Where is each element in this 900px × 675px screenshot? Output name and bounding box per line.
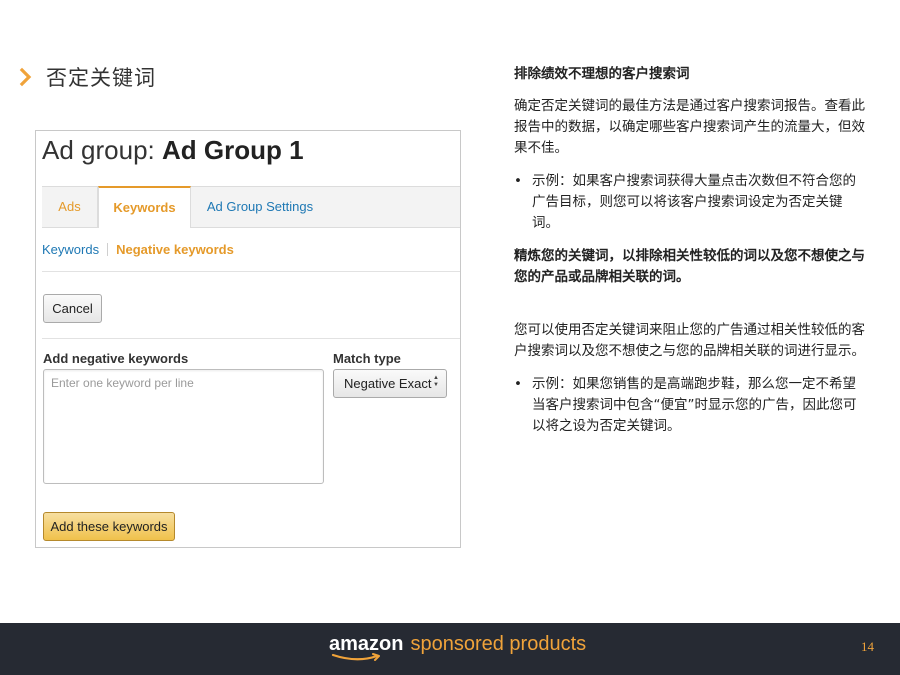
brand-sponsored-products: sponsored products [410,633,587,655]
negative-keywords-input[interactable] [43,369,324,484]
ad-group-title: Ad group: Ad Group 1 [42,135,304,166]
add-these-keywords-button[interactable]: Add these keywords [43,512,175,541]
slide-title: 否定关键词 [18,62,156,92]
subtab-nav: Keywords Negative keywords [42,242,234,257]
section-heading: 精炼您的关键词，以排除相关性较低的词以及您不想使之与您的产品或品牌相关联的词。 [514,248,865,285]
tab-bar: Ads Keywords Ad Group Settings [42,186,460,228]
bullet-item: • 示例：如果客户搜索词获得大量点击次数但不符合您的广告目标，则您可以将该客户搜… [514,171,869,234]
tab-keywords[interactable]: Keywords [98,186,191,228]
divider [42,338,460,339]
slide-title-text: 否定关键词 [46,66,156,90]
explanation-text: 排除绩效不理想的客户搜索词 确定否定关键词的最佳方法是通过客户搜索词报告。查看此… [514,64,869,449]
match-type-label: Match type [333,351,401,366]
subtab-separator [107,243,109,256]
brand-amazon-text: amazon [329,633,404,655]
amazon-sponsored-products-logo: amazon sponsored products [329,633,587,661]
subtab-keywords[interactable]: Keywords [42,242,99,257]
amazon-smile-icon [331,653,380,661]
bullet-text: 示例：如果客户搜索词获得大量点击次数但不符合您的广告目标，则您可以将该客户搜索词… [532,173,856,231]
subtab-negative-keywords[interactable]: Negative keywords [116,242,234,257]
ad-group-name: Ad Group 1 [161,135,304,165]
select-arrows-icon: ▲ ▼ [433,375,439,389]
footer-bar: amazon sponsored products 14 [0,623,900,675]
bullet-icon: • [514,173,522,189]
paragraph: 确定否定关键词的最佳方法是通过客户搜索词报告。查看此报告中的数据，以确定哪些客户… [514,98,865,156]
bullet-item: • 示例：如果您销售的是高端跑步鞋，那么您一定不希望当客户搜索词中包含“便宜”时… [514,374,869,437]
ad-group-title-prefix: Ad group: [42,135,162,165]
cancel-button[interactable]: Cancel [43,294,102,323]
ad-group-screenshot: Ad group: Ad Group 1 Ads Keywords Ad Gro… [35,130,461,548]
add-negative-keywords-label: Add negative keywords [43,351,189,366]
section-heading: 排除绩效不理想的客户搜索词 [514,66,690,82]
tab-ad-group-settings[interactable]: Ad Group Settings [191,187,329,227]
chevron-right-icon [19,67,32,87]
divider [42,271,460,272]
match-type-select[interactable]: Negative Exact ▲ ▼ [333,369,447,398]
brand-amazon: amazon [329,633,404,661]
bullet-text: 示例：如果您销售的是高端跑步鞋，那么您一定不希望当客户搜索词中包含“便宜”时显示… [532,376,857,434]
paragraph: 您可以使用否定关键词来阻止您的广告通过相关性较低的客户搜索词以及您不想使之与您的… [514,322,865,359]
match-type-value: Negative Exact [344,376,432,391]
bullet-icon: • [514,376,522,392]
page-number: 14 [861,639,874,654]
tab-ads[interactable]: Ads [42,187,98,227]
